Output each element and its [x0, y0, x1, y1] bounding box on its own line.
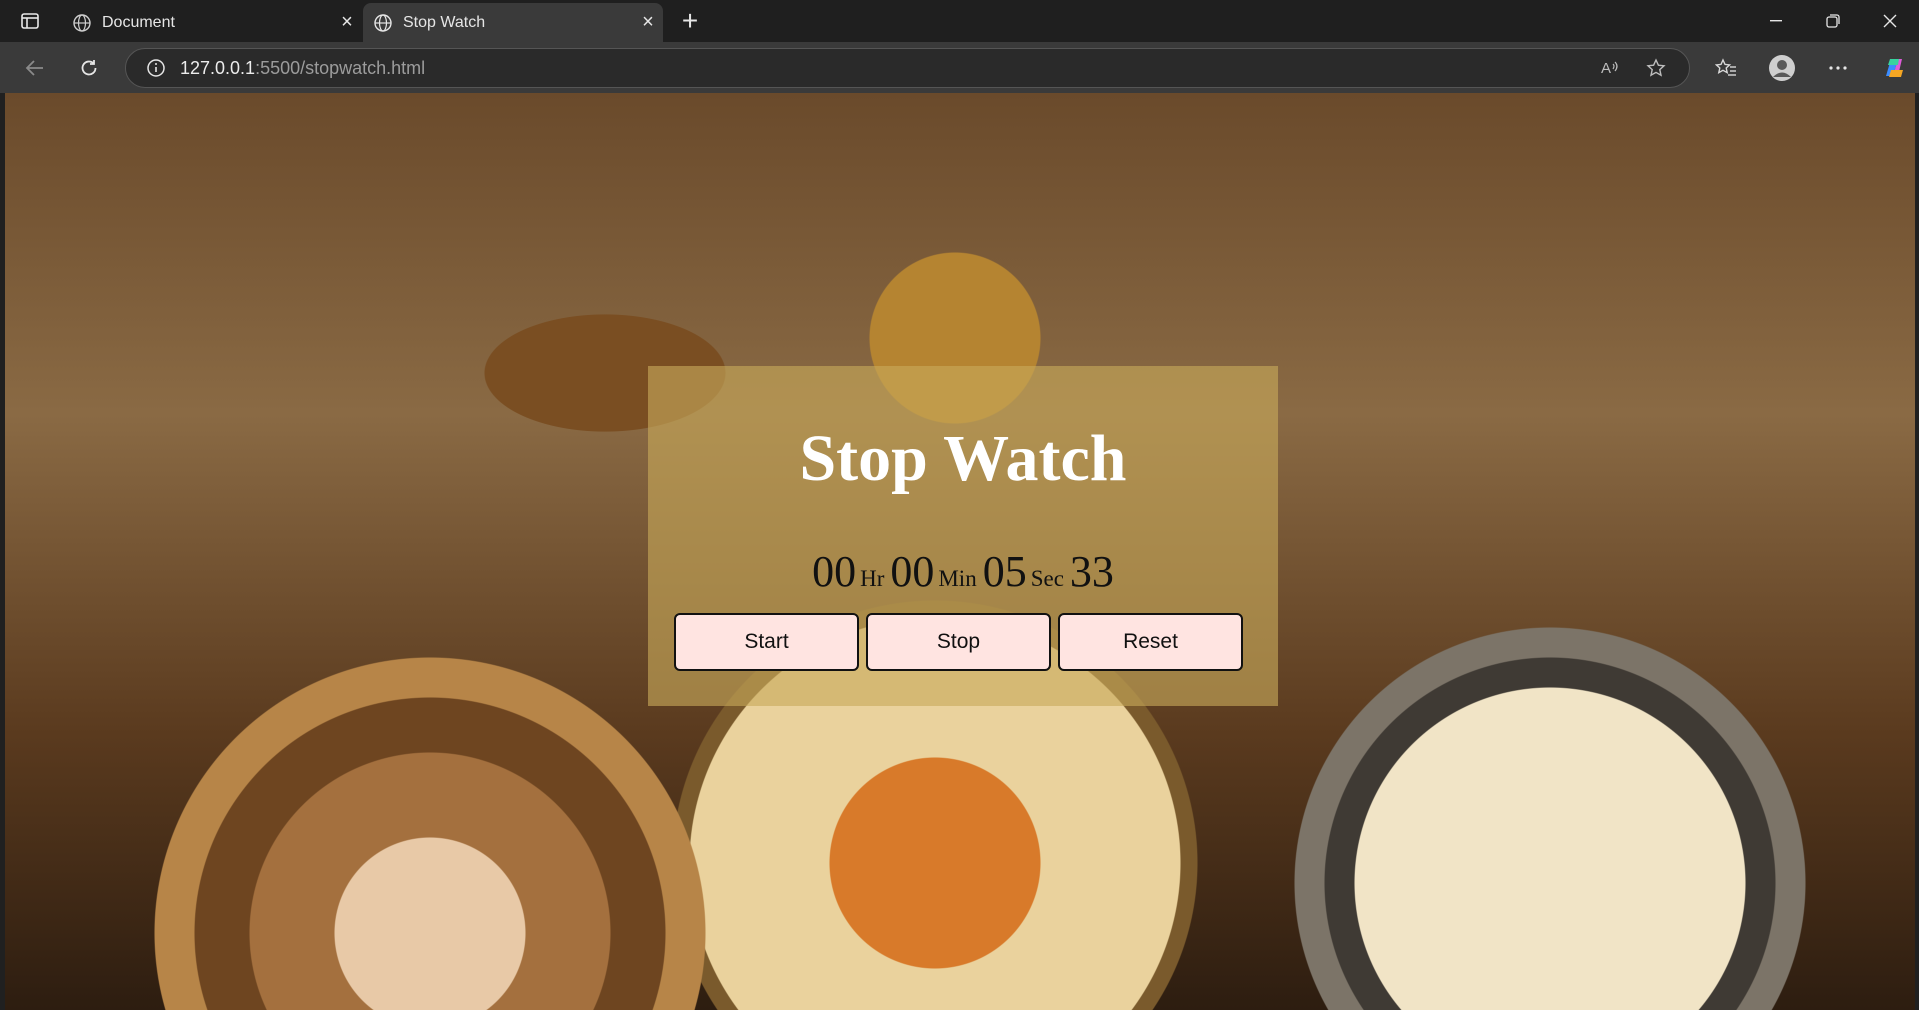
refresh-icon[interactable]: [71, 50, 107, 86]
svg-text:A: A: [1601, 60, 1611, 77]
minutes-value: 00: [890, 547, 935, 596]
reset-button[interactable]: Reset: [1058, 613, 1243, 671]
url-path: :5500/stopwatch.html: [255, 57, 426, 78]
close-tab-icon[interactable]: ×: [332, 11, 362, 34]
minutes-unit: Min: [938, 566, 977, 591]
address-bar[interactable]: 127.0.0.1:5500/stopwatch.html A: [125, 48, 1690, 88]
seconds-value: 05: [982, 547, 1027, 596]
url-text: 127.0.0.1:5500/stopwatch.html: [180, 58, 425, 79]
globe-icon: [72, 13, 92, 33]
globe-icon: [373, 13, 393, 33]
tab-title: Stop Watch: [403, 13, 486, 31]
browser-toolbar: 127.0.0.1:5500/stopwatch.html A: [0, 42, 1919, 93]
stopwatch-panel: Stop Watch 00 Hr 00 Min 05 Sec 33 Start …: [648, 366, 1278, 706]
tab-stop-watch[interactable]: Stop Watch ×: [363, 3, 663, 42]
centiseconds-value: 33: [1069, 547, 1114, 596]
page-viewport: Stop Watch 00 Hr 00 Min 05 Sec 33 Start …: [5, 93, 1915, 1010]
info-icon[interactable]: [136, 48, 176, 88]
new-tab-button[interactable]: +: [673, 5, 707, 36]
back-icon[interactable]: [17, 50, 53, 86]
close-tab-icon[interactable]: ×: [633, 11, 663, 34]
seconds-unit: Sec: [1030, 566, 1064, 591]
time-display: 00 Hr 00 Min 05 Sec 33: [648, 546, 1278, 597]
profile-avatar-icon[interactable]: [1764, 50, 1800, 86]
restore-icon[interactable]: [1805, 0, 1861, 42]
close-window-icon[interactable]: [1862, 0, 1918, 42]
tab-title: Document: [102, 13, 175, 31]
minimize-icon[interactable]: [1748, 0, 1804, 42]
tab-actions-icon[interactable]: [10, 7, 50, 35]
url-host: 127.0.0.1: [180, 57, 256, 78]
hours-value: 00: [812, 547, 857, 596]
more-menu-icon[interactable]: [1820, 50, 1856, 86]
stop-button[interactable]: Stop: [866, 613, 1051, 671]
start-button[interactable]: Start: [674, 613, 859, 671]
tab-strip: Document × Stop Watch × +: [0, 0, 1919, 42]
tab-document[interactable]: Document ×: [62, 3, 362, 42]
page-title: Stop Watch: [799, 422, 1127, 495]
copilot-icon[interactable]: [1876, 50, 1912, 86]
favorites-icon[interactable]: [1708, 50, 1744, 86]
hours-unit: Hr: [860, 566, 885, 591]
read-aloud-icon[interactable]: A: [1591, 49, 1629, 87]
favorite-star-icon[interactable]: [1637, 49, 1675, 87]
control-buttons: Start Stop Reset: [674, 613, 1243, 671]
